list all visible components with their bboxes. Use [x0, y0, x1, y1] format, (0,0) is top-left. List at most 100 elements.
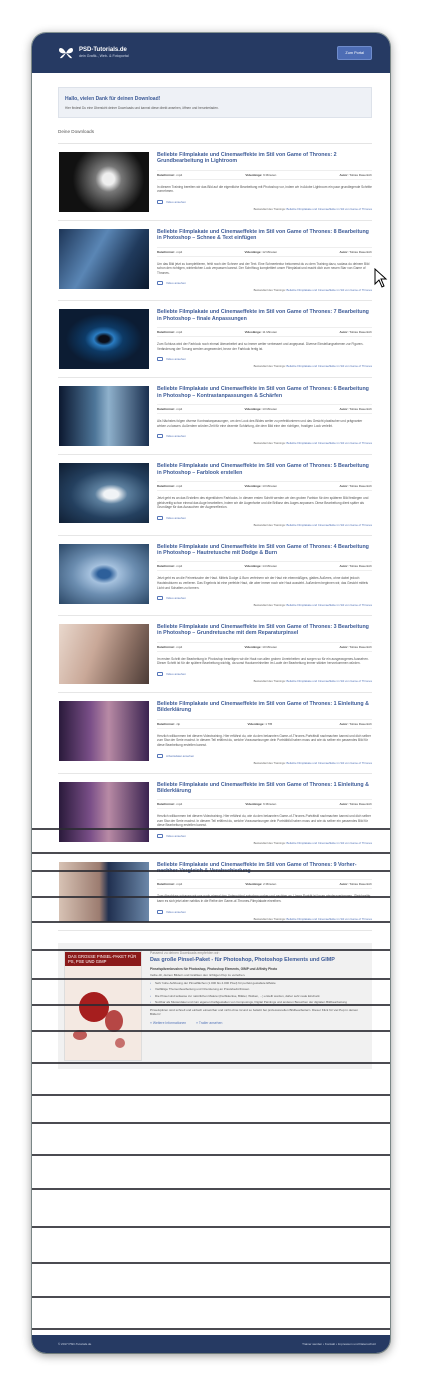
- download-thumbnail[interactable]: [59, 463, 149, 524]
- file-format: Dateiformat: .mp4: [157, 564, 183, 569]
- file-format: Dateiformat: .mp4: [157, 802, 183, 807]
- downloads-title: Deine Downloads: [58, 129, 372, 144]
- download-item: Beliebte Filmplakate und Cinemaeffekte i…: [58, 616, 372, 694]
- watch-video-link[interactable]: Video ansehen: [157, 515, 372, 520]
- watch-video-link[interactable]: Video ansehen: [157, 199, 372, 204]
- video-icon: [157, 671, 163, 676]
- training-link[interactable]: Beliebte Filmplakate und Cinemaeffekte i…: [286, 441, 372, 445]
- watch-video-link[interactable]: Video ansehen: [157, 909, 372, 914]
- download-meta: Dateiformat: .mp4 Videolänge: 2 Minuten Au…: [157, 879, 372, 890]
- watch-video-link[interactable]: Video ansehen: [157, 357, 372, 362]
- more-info-link[interactable]: » Weitere Informationen: [150, 1021, 186, 1025]
- download-thumbnail[interactable]: [59, 781, 149, 842]
- portal-button[interactable]: Zum Portal: [337, 46, 372, 60]
- training-link[interactable]: Beliebte Filmplakate und Cinemaeffekte i…: [286, 679, 372, 683]
- file-format: Dateiformat: .mp4: [157, 644, 183, 649]
- download-info: Beliebte Filmplakate und Cinemaeffekte i…: [157, 229, 372, 292]
- download-thumbnail[interactable]: [59, 309, 149, 370]
- video-duration: Videolänge: 9 Minuten: [245, 172, 277, 177]
- watch-video-label: Video ansehen: [166, 833, 186, 838]
- file-format: Dateiformat: .mp4: [157, 249, 183, 254]
- download-info: Beliebte Filmplakate und Cinemaeffekte i…: [157, 152, 372, 212]
- download-title[interactable]: Beliebte Filmplakate und Cinemaeffekte i…: [157, 463, 372, 476]
- video-duration: Videolänge: 1 TiB: [247, 721, 273, 726]
- download-title[interactable]: Beliebte Filmplakate und Cinemaeffekte i…: [157, 701, 372, 714]
- watch-video-link[interactable]: Video ansehen: [157, 671, 372, 676]
- promo-title[interactable]: Das große Pinsel-Paket - für Photoshop, …: [150, 957, 366, 964]
- download-info: Beliebte Filmplakate und Cinemaeffekte i…: [157, 463, 372, 527]
- download-info: Beliebte Filmplakate und Cinemaeffekte i…: [157, 624, 372, 684]
- trailer-link[interactable]: » Trailer ansehen: [196, 1021, 222, 1025]
- download-thumbnail[interactable]: [59, 229, 149, 289]
- download-meta: Dateiformat: .mp4 Videolänge: 10 Minuten A…: [157, 641, 372, 652]
- file-format: Dateiformat: .mp4: [157, 329, 183, 334]
- watch-video-link[interactable]: Video ansehen: [157, 281, 372, 286]
- video-duration: Videolänge: 13 Minuten: [244, 406, 278, 411]
- download-item: Beliebte Filmplakate und Cinemaeffekte i…: [58, 144, 372, 221]
- training-link[interactable]: Beliebte Filmplakate und Cinemaeffekte i…: [286, 761, 372, 765]
- download-description: Herzlich willkommen bei diesem Videotrai…: [157, 814, 371, 828]
- video-icon: [157, 434, 163, 439]
- watch-video-link[interactable]: Video ansehen: [157, 434, 372, 439]
- training-link[interactable]: Beliebte Filmplakate und Cinemaeffekte i…: [286, 207, 372, 211]
- watch-video-link[interactable]: Video ansehen: [157, 833, 372, 838]
- download-thumbnail[interactable]: [59, 543, 149, 604]
- footer-links[interactable]: Trainer werden • Kontakt • Impressum und…: [302, 1342, 376, 1346]
- download-title[interactable]: Beliebte Filmplakate und Cinemaeffekte i…: [157, 782, 372, 795]
- download-title[interactable]: Beliebte Filmplakate und Cinemaeffekte i…: [157, 229, 372, 242]
- downloads-list: Beliebte Filmplakate und Cinemaeffekte i…: [58, 144, 380, 931]
- file-format: Dateiformat: .zip: [157, 721, 181, 726]
- download-title[interactable]: Beliebte Filmplakate und Cinemaeffekte i…: [157, 624, 372, 637]
- training-reference: Bestandteil des Trainings: Beliebte Film…: [253, 441, 372, 446]
- download-title[interactable]: Beliebte Filmplakate und Cinemaeffekte i…: [157, 309, 372, 322]
- download-item: Beliebte Filmplakate und Cinemaeffekte i…: [58, 854, 372, 931]
- logo-name: PSD-Tutorials.de: [79, 47, 127, 53]
- training-reference: Bestandteil des Trainings: Beliebte Film…: [253, 206, 372, 211]
- download-title[interactable]: Beliebte Filmplakate und Cinemaeffekte i…: [157, 544, 372, 557]
- download-info: Beliebte Filmplakate und Cinemaeffekte i…: [157, 701, 372, 765]
- promo-lead: Pinselspitzenbrushes für Photoshop, Phot…: [150, 967, 278, 972]
- download-description: Jetzt geht es an das Erstellen des eigen…: [157, 495, 369, 510]
- download-item: Beliebte Filmplakate und Cinemaeffekte i…: [58, 774, 372, 854]
- author: Autor: Tobias Rasenlich: [339, 564, 372, 569]
- training-link[interactable]: Beliebte Filmplakate und Cinemaeffekte i…: [286, 603, 372, 607]
- download-thumbnail[interactable]: [59, 386, 149, 447]
- promo-bullet: Sehr hohe Auflösung der Pinselflächen (1…: [150, 981, 366, 986]
- training-link[interactable]: Beliebte Filmplakate und Cinemaeffekte i…: [286, 523, 372, 527]
- logo-tagline: dein Grafik-, Web- & Fotoportal: [79, 54, 129, 58]
- more-info-label: Weitere Informationen: [152, 1020, 187, 1025]
- download-description: Herzlich willkommen bei diesem Videotrai…: [157, 733, 371, 747]
- video-duration: Videolänge: 12 Minuten: [244, 249, 278, 254]
- download-title[interactable]: Beliebte Filmplakate und Cinemaeffekte i…: [157, 386, 372, 399]
- download-thumbnail[interactable]: [59, 701, 149, 762]
- training-link[interactable]: Beliebte Filmplakate und Cinemaeffekte i…: [286, 364, 372, 368]
- download-title[interactable]: Beliebte Filmplakate und Cinemaeffekte i…: [157, 152, 372, 165]
- butterfly-logo-icon: [59, 48, 73, 59]
- download-thumbnail[interactable]: [59, 152, 149, 212]
- watch-video-link[interactable]: Video ansehen: [157, 596, 372, 601]
- training-link[interactable]: Beliebte Filmplakate und Cinemaeffekte i…: [286, 841, 372, 845]
- site-logo[interactable]: PSD-Tutorials.de dein Grafik-, Web- & Fo…: [58, 46, 129, 60]
- promo-image-banner: DAS GROSSE PINSEL-PAKET FÜR PS, PSE UND …: [65, 951, 141, 966]
- file-format: Dateiformat: .mp4: [157, 483, 183, 488]
- download-meta: Dateiformat: .mp4 Videolänge: 6 Minuten Au…: [157, 799, 372, 810]
- training-reference: Bestandteil des Trainings: Beliebte Film…: [253, 522, 372, 527]
- download-title[interactable]: Beliebte Filmplakate und Cinemaeffekte i…: [157, 862, 372, 875]
- thanks-box: Hallo, vielen Dank für deinen Download! …: [58, 87, 372, 118]
- video-icon: [157, 596, 163, 601]
- download-description: Um das Bild jetzt zu komplettieren, fehl…: [157, 261, 370, 275]
- download-description: Jetzt geht es an die Feinretusche der Ha…: [157, 576, 369, 590]
- video-icon: [157, 281, 163, 286]
- promo-bullet: Vielfältige Themenbearbeitung und Orient…: [150, 987, 366, 992]
- download-thumbnail[interactable]: [59, 624, 149, 685]
- author: Autor: Tobias Rasenlich: [339, 329, 372, 334]
- watch-video-label: Video ansehen: [166, 434, 186, 439]
- download-item: Beliebte Filmplakate und Cinemaeffekte i…: [58, 221, 372, 302]
- video-duration: Videolänge: 13 Minuten: [244, 483, 278, 488]
- watch-video-link[interactable]: Arbeitsdatei ansehen: [157, 753, 372, 758]
- watch-video-label: Video ansehen: [166, 199, 186, 204]
- download-meta: Dateiformat: .mp4 Videolänge: 9 Minuten Au…: [157, 169, 372, 180]
- author: Autor: Tobias Rasenlich: [339, 882, 372, 887]
- site-header: PSD-Tutorials.de dein Grafik-, Web- & Fo…: [32, 33, 390, 73]
- training-link[interactable]: Beliebte Filmplakate und Cinemaeffekte i…: [286, 288, 372, 292]
